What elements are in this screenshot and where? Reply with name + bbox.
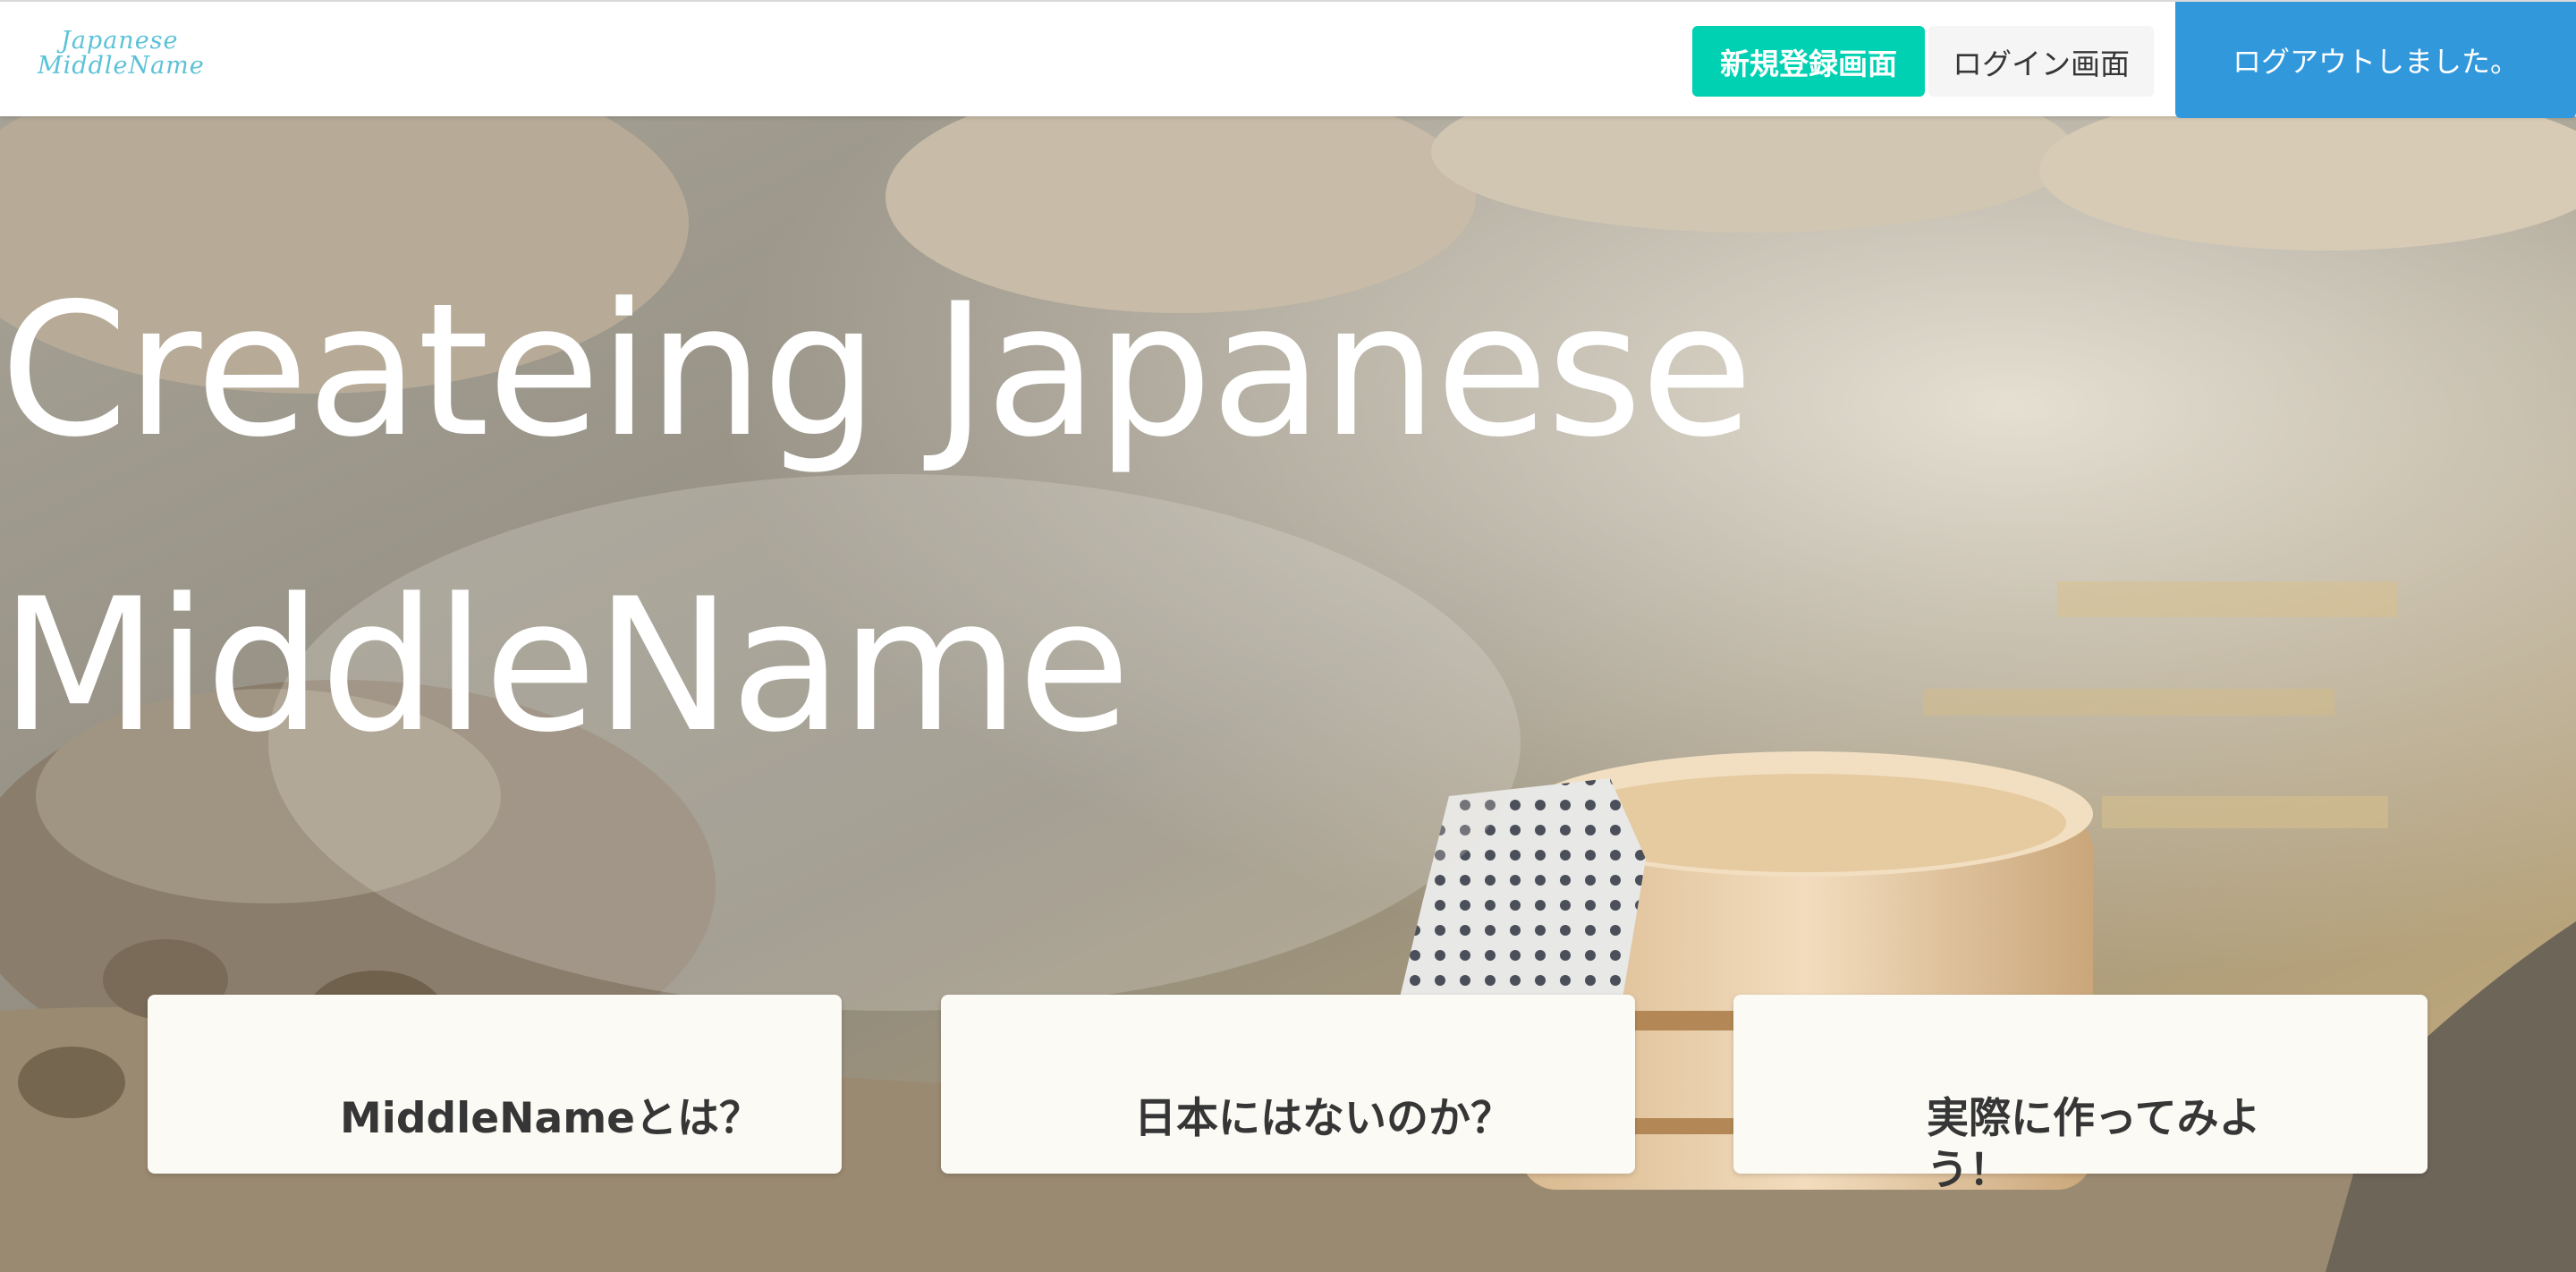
login-button[interactable]: ログイン画面: [1928, 26, 2154, 97]
card-title: MiddleNameとは？: [340, 1094, 762, 1143]
info-card-try[interactable]: 実際に作ってみよう！: [1733, 995, 2428, 1195]
info-card-japan[interactable]: 日本にはないのか？: [941, 995, 1635, 1174]
logo-text-line2: MiddleName: [38, 52, 205, 80]
page: Japanese MiddleName 新規登録画面 ログイン画面 ログアウトし…: [0, 0, 2576, 1272]
hero-title-line2: MiddleName: [0, 560, 1131, 773]
info-card-middlename[interactable]: MiddleNameとは？: [148, 995, 842, 1174]
navbar: Japanese MiddleName 新規登録画面 ログイン画面 ログアウトし…: [0, 0, 2576, 118]
card-title: 実際に作ってみよう！: [1927, 1094, 2261, 1195]
register-button[interactable]: 新規登録画面: [1692, 26, 1925, 97]
logo-link[interactable]: Japanese MiddleName: [38, 29, 216, 82]
logout-notification[interactable]: ログアウトしました。: [2175, 2, 2576, 118]
logo-text-line1: Japanese: [61, 27, 179, 55]
card-title: 日本にはないのか？: [1134, 1094, 1513, 1143]
hero-title-line1: Createing Japanese: [0, 265, 1753, 478]
hero-title: Createing Japanese MiddleName: [0, 224, 1789, 814]
